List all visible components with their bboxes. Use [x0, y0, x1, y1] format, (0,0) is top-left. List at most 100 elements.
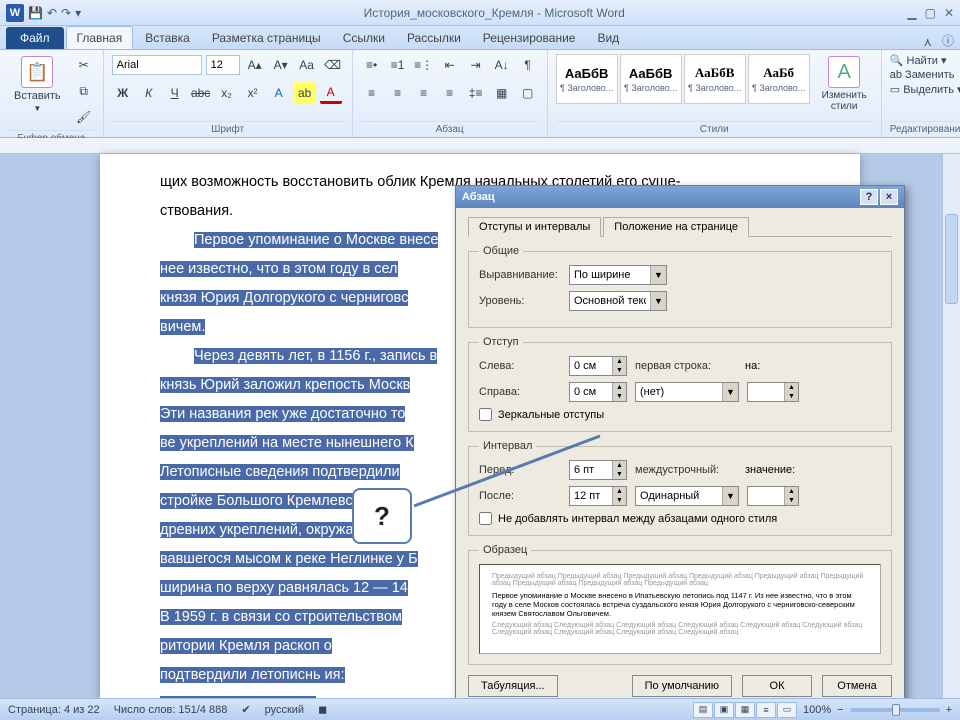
- group-label: Абзац: [361, 121, 539, 135]
- shading-icon[interactable]: ▦: [491, 82, 513, 104]
- dialog-close-icon[interactable]: ×: [880, 189, 898, 205]
- tab-view[interactable]: Вид: [587, 27, 629, 49]
- outline-level-combo[interactable]: ▼: [569, 291, 667, 311]
- tab-indents[interactable]: Отступы и интервалы: [468, 217, 601, 237]
- line-spacing-combo[interactable]: ▼: [635, 486, 739, 506]
- paste-button[interactable]: 📋 Вставить ▼: [8, 54, 67, 115]
- show-marks-icon[interactable]: ¶: [517, 54, 539, 76]
- alignment-combo[interactable]: ▼: [569, 265, 667, 285]
- superscript-icon[interactable]: x²: [242, 82, 264, 104]
- dialog-help-icon[interactable]: ?: [860, 189, 878, 205]
- save-icon[interactable]: 💾: [28, 6, 43, 20]
- styles-gallery[interactable]: АаБбВ¶ Заголово... АаБбВ¶ Заголово... Аа…: [556, 54, 810, 104]
- tab-review[interactable]: Рецензирование: [473, 27, 586, 49]
- decrease-indent-icon[interactable]: ⇤: [439, 54, 461, 76]
- zoom-in-icon[interactable]: +: [946, 704, 952, 716]
- indent-by-spinner[interactable]: ▲▼: [747, 382, 799, 402]
- multilevel-icon[interactable]: ≡⋮: [413, 54, 435, 76]
- sort-icon[interactable]: A↓: [491, 54, 513, 76]
- zoom-out-icon[interactable]: −: [837, 704, 843, 716]
- default-button[interactable]: По умолчанию: [632, 675, 732, 697]
- chevron-down-icon: ▼: [650, 292, 666, 310]
- format-painter-icon[interactable]: 🖌: [73, 106, 95, 128]
- outline-view-icon[interactable]: ≡: [756, 702, 776, 718]
- style-item[interactable]: АаБбВ¶ Заголово...: [620, 54, 682, 104]
- proofing-icon[interactable]: ✔: [241, 703, 250, 716]
- justify-icon[interactable]: ≡: [439, 82, 461, 104]
- tab-references[interactable]: Ссылки: [333, 27, 395, 49]
- tabs-button[interactable]: Табуляция...: [468, 675, 558, 697]
- borders-icon[interactable]: ▢: [517, 82, 539, 104]
- italic-icon[interactable]: К: [138, 82, 160, 104]
- font-color-icon[interactable]: A: [320, 82, 342, 104]
- highlight-icon[interactable]: ab: [294, 82, 316, 104]
- vertical-scrollbar[interactable]: [942, 154, 960, 698]
- ok-button[interactable]: ОК: [742, 675, 812, 697]
- copy-icon[interactable]: ⧉: [73, 80, 95, 102]
- grow-font-icon[interactable]: A▴: [244, 54, 266, 76]
- full-screen-view-icon[interactable]: ▣: [714, 702, 734, 718]
- zoom-slider[interactable]: [850, 708, 940, 712]
- subscript-icon[interactable]: x₂: [216, 82, 238, 104]
- tab-mailings[interactable]: Рассылки: [397, 27, 471, 49]
- font-name-combo[interactable]: [112, 55, 202, 75]
- underline-icon[interactable]: Ч: [164, 82, 186, 104]
- redo-icon[interactable]: ↷: [61, 6, 71, 20]
- page-indicator[interactable]: Страница: 4 из 22: [8, 704, 100, 716]
- change-case-icon[interactable]: Aa: [296, 54, 318, 76]
- align-left-icon[interactable]: ≡: [361, 82, 383, 104]
- zoom-value[interactable]: 100%: [803, 704, 831, 716]
- paste-icon: 📋: [21, 56, 53, 88]
- window-buttons: ▁ ▢ ✕: [907, 6, 954, 20]
- dialog-title-bar[interactable]: Абзац ? ×: [456, 186, 904, 208]
- bullets-icon[interactable]: ≡•: [361, 54, 383, 76]
- line-spacing-icon[interactable]: ‡≡: [465, 82, 487, 104]
- align-right-icon[interactable]: ≡: [413, 82, 435, 104]
- horizontal-ruler[interactable]: [0, 138, 960, 154]
- no-space-same-style-checkbox[interactable]: Не добавлять интервал между абзацами одн…: [479, 512, 881, 525]
- font-size-combo[interactable]: [206, 55, 240, 75]
- shrink-font-icon[interactable]: A▾: [270, 54, 292, 76]
- select-button[interactable]: ▭ Выделить ▾: [890, 83, 960, 96]
- special-indent-combo[interactable]: ▼: [635, 382, 739, 402]
- indent-left-spinner[interactable]: ▲▼: [569, 356, 627, 376]
- ribbon-minimize-icon[interactable]: ⋏: [923, 35, 932, 49]
- tab-page-layout[interactable]: Разметка страницы: [202, 27, 331, 49]
- print-layout-view-icon[interactable]: ▤: [693, 702, 713, 718]
- style-item[interactable]: АаБб¶ Заголово...: [748, 54, 810, 104]
- tab-insert[interactable]: Вставка: [135, 27, 200, 49]
- increase-indent-icon[interactable]: ⇥: [465, 54, 487, 76]
- find-button[interactable]: 🔍 Найти ▾: [890, 54, 960, 67]
- indent-right-spinner[interactable]: ▲▼: [569, 382, 627, 402]
- file-tab[interactable]: Файл: [6, 27, 64, 49]
- cut-icon[interactable]: ✂: [73, 54, 95, 76]
- language-indicator[interactable]: русский: [265, 704, 304, 716]
- tab-line-breaks[interactable]: Положение на странице: [603, 217, 749, 237]
- maximize-icon[interactable]: ▢: [925, 6, 936, 20]
- word-count[interactable]: Число слов: 151/4 888: [114, 704, 228, 716]
- style-item[interactable]: АаБбВ¶ Заголово...: [684, 54, 746, 104]
- numbering-icon[interactable]: ≡1: [387, 54, 409, 76]
- spacing-at-spinner[interactable]: ▲▼: [747, 486, 799, 506]
- web-layout-view-icon[interactable]: ▦: [735, 702, 755, 718]
- preview-box: Предыдущий абзац Предыдущий абзац Предыд…: [479, 564, 881, 654]
- macro-record-icon[interactable]: ◼: [318, 703, 327, 716]
- close-icon[interactable]: ✕: [944, 6, 954, 20]
- tab-home[interactable]: Главная: [66, 26, 134, 49]
- bold-icon[interactable]: Ж: [112, 82, 134, 104]
- minimize-icon[interactable]: ▁: [907, 6, 916, 20]
- style-item[interactable]: АаБбВ¶ Заголово...: [556, 54, 618, 104]
- help-icon[interactable]: ⓘ: [942, 32, 954, 49]
- scrollbar-thumb[interactable]: [945, 214, 958, 304]
- group-styles: АаБбВ¶ Заголово... АаБбВ¶ Заголово... Аа…: [548, 50, 882, 137]
- align-center-icon[interactable]: ≡: [387, 82, 409, 104]
- cancel-button[interactable]: Отмена: [822, 675, 892, 697]
- draft-view-icon[interactable]: ▭: [777, 702, 797, 718]
- clear-formatting-icon[interactable]: ⌫: [322, 54, 344, 76]
- strike-icon[interactable]: abc: [190, 82, 212, 104]
- replace-button[interactable]: ab Заменить: [890, 69, 960, 81]
- undo-icon[interactable]: ↶: [47, 6, 57, 20]
- change-styles-button[interactable]: A Изменить стили: [816, 54, 873, 114]
- mirror-indents-checkbox[interactable]: Зеркальные отступы: [479, 408, 881, 421]
- text-effects-icon[interactable]: A: [268, 82, 290, 104]
